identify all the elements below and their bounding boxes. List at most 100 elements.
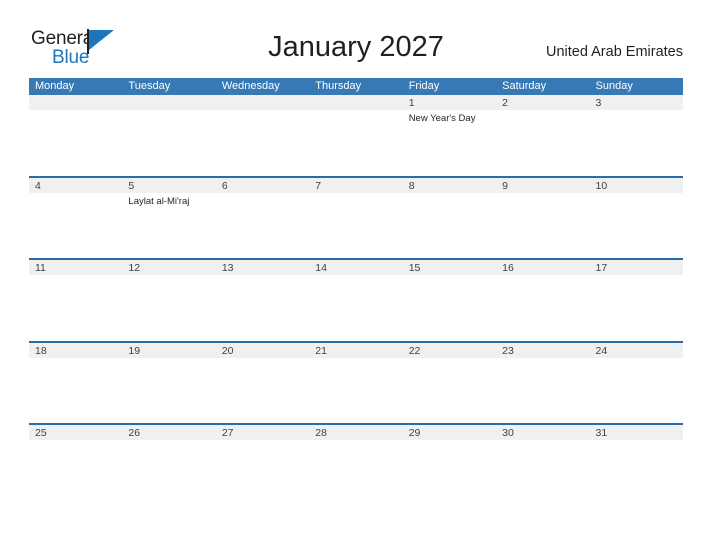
day-cell[interactable]: 8 xyxy=(403,178,496,193)
day-cell[interactable]: 6 xyxy=(216,178,309,193)
day-number: 10 xyxy=(595,179,608,192)
day-event-slot xyxy=(496,110,589,125)
weekday-header-tuesday: Tuesday xyxy=(128,80,171,92)
day-cell[interactable]: 31 xyxy=(590,425,683,440)
day-event-slot xyxy=(403,358,496,361)
day-cell[interactable]: 25 xyxy=(29,425,122,440)
day-event-slot xyxy=(216,110,309,125)
day-number: 22 xyxy=(408,344,421,357)
day-number: 5 xyxy=(128,179,135,192)
day-cell[interactable]: 23 xyxy=(496,343,589,358)
day-event-slot xyxy=(590,440,683,443)
day-event-slot xyxy=(309,275,402,278)
weekday-header-saturday: Saturday xyxy=(502,80,547,92)
day-number: 26 xyxy=(128,427,141,439)
day-event-slot xyxy=(216,193,309,208)
day-event-slot xyxy=(29,193,122,208)
day-cell[interactable]: 18 xyxy=(29,343,122,358)
day-cell[interactable]: 2 xyxy=(496,95,589,110)
day-event-slot xyxy=(590,275,683,278)
day-cell[interactable] xyxy=(309,95,402,110)
calendar-week-row: 18 19 20 21 22 23 24 xyxy=(29,340,683,424)
day-cell[interactable]: 20 xyxy=(216,343,309,358)
day-number: 7 xyxy=(315,179,322,192)
day-cell[interactable]: 1 xyxy=(403,95,496,110)
day-event-slot xyxy=(29,275,122,278)
day-cell[interactable]: 30 xyxy=(496,425,589,440)
day-cell[interactable]: 5 xyxy=(122,178,215,193)
day-number: 13 xyxy=(221,262,234,274)
calendar-week-row: 4 5 6 7 8 9 10 Laylat al-Mi'raj xyxy=(29,175,683,259)
day-cell[interactable]: 13 xyxy=(216,260,309,275)
day-number: 30 xyxy=(502,427,514,439)
day-number: 18 xyxy=(35,344,47,357)
day-cell[interactable]: 16 xyxy=(496,260,589,275)
region-label: United Arab Emirates xyxy=(545,44,683,60)
day-number: 19 xyxy=(128,344,141,357)
day-cell[interactable]: 17 xyxy=(590,260,683,275)
day-cell[interactable]: 4 xyxy=(29,178,122,193)
day-event-slot xyxy=(122,358,215,361)
day-cell[interactable] xyxy=(29,95,122,110)
day-event-slot xyxy=(496,275,589,278)
day-number: 15 xyxy=(408,262,421,274)
day-cell[interactable]: 19 xyxy=(122,343,215,358)
day-number: 6 xyxy=(221,179,228,192)
week-date-strip: 4 5 6 7 8 9 10 xyxy=(29,177,683,193)
day-event-slot xyxy=(403,193,496,208)
calendar-week-row: 25 26 27 28 29 30 31 xyxy=(29,423,683,506)
day-event-slot xyxy=(122,440,215,443)
day-cell[interactable] xyxy=(216,95,309,110)
day-cell[interactable]: 28 xyxy=(309,425,402,440)
day-number: 1 xyxy=(408,97,415,109)
weekday-header-monday: Monday xyxy=(35,80,75,92)
day-number: 11 xyxy=(35,262,46,274)
day-number: 27 xyxy=(221,427,234,439)
holiday-label: Laylat al-Mi'raj xyxy=(128,195,190,207)
week-events-layer xyxy=(29,358,683,361)
day-number: 20 xyxy=(221,344,234,357)
calendar-week-row: 11 12 13 14 15 16 17 xyxy=(29,258,683,341)
day-number: 14 xyxy=(315,262,327,274)
day-event-slot xyxy=(590,110,683,125)
day-event-slot xyxy=(29,440,122,443)
day-cell[interactable]: 21 xyxy=(309,343,402,358)
day-cell[interactable] xyxy=(122,95,215,110)
day-number: 2 xyxy=(502,97,508,109)
day-number: 12 xyxy=(128,262,141,274)
day-number: 4 xyxy=(35,179,41,192)
day-cell[interactable]: 10 xyxy=(590,178,683,193)
day-cell[interactable]: 27 xyxy=(216,425,309,440)
day-number: 3 xyxy=(595,97,602,109)
holiday-label: New Year's Day xyxy=(408,113,476,124)
day-event-slot xyxy=(216,440,309,443)
calendar-weeks: 1 2 3 New Year's Day 4 5 6 7 8 9 10 Laylat al-Mi'ra… xyxy=(29,95,683,506)
weekday-header-friday: Friday xyxy=(408,80,440,92)
day-number: 21 xyxy=(315,344,327,357)
day-event-slot xyxy=(122,275,215,278)
day-event-slot xyxy=(216,275,309,278)
day-cell[interactable]: 24 xyxy=(590,343,683,358)
day-cell[interactable]: 22 xyxy=(403,343,496,358)
day-cell[interactable]: 7 xyxy=(309,178,402,193)
day-event-slot xyxy=(590,193,683,208)
week-date-strip: 25 26 27 28 29 30 31 xyxy=(29,425,683,440)
day-cell[interactable]: 3 xyxy=(590,95,683,110)
weekday-header-sunday: Sunday xyxy=(595,80,633,92)
day-cell[interactable]: 12 xyxy=(122,260,215,275)
day-event-slot xyxy=(216,358,309,361)
day-cell[interactable]: 26 xyxy=(122,425,215,440)
day-cell[interactable]: 11 xyxy=(29,260,122,275)
day-number: 16 xyxy=(502,262,514,274)
day-cell[interactable]: 15 xyxy=(403,260,496,275)
day-event-slot xyxy=(496,358,589,361)
day-event-slot xyxy=(309,110,402,125)
page-header: General Blue January 2027 United Arab Em… xyxy=(0,0,712,76)
day-cell[interactable]: 29 xyxy=(403,425,496,440)
day-cell[interactable]: 14 xyxy=(309,260,402,275)
day-event-slot xyxy=(590,358,683,361)
day-number: 25 xyxy=(35,427,47,439)
week-events-layer xyxy=(29,275,683,278)
day-number: 31 xyxy=(595,427,608,439)
day-cell[interactable]: 9 xyxy=(496,178,589,193)
